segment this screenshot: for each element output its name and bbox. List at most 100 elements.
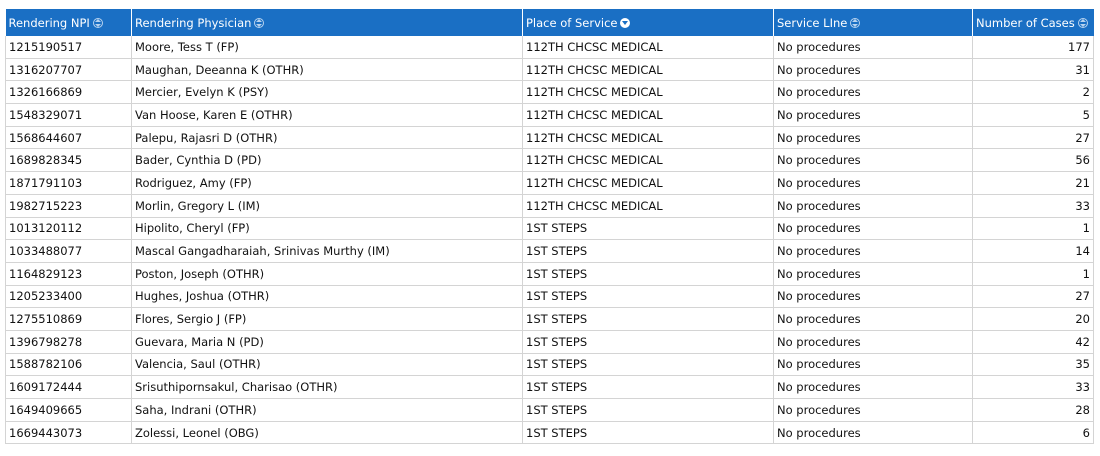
table-row[interactable]: 1326166869 Mercier, Evelyn K (PSY) 112TH C… <box>5 80 1094 105</box>
cell-number-of-cases: 2 <box>972 80 1094 105</box>
column-header-rendering-physician[interactable]: Rendering Physician <box>131 9 523 36</box>
cell-rendering-physician: Valencia, Saul (OTHR) <box>131 353 523 377</box>
cell-service-line: No procedures <box>773 353 973 377</box>
cell-place-of-service: 1ST STEPS <box>522 307 774 331</box>
sort-both-icon[interactable] <box>254 17 265 28</box>
cell-number-of-cases: 21 <box>972 171 1094 195</box>
cell-number-of-cases: 27 <box>972 126 1094 150</box>
cell-number-of-cases: 1 <box>972 217 1094 241</box>
cell-place-of-service: 1ST STEPS <box>522 262 774 286</box>
table-row[interactable]: 1568644607 Palepu, Rajasri D (OTHR) 112TH … <box>5 126 1094 150</box>
cell-rendering-npi: 1982715223 <box>5 194 132 218</box>
column-header-rendering-npi[interactable]: Rendering NPI <box>5 9 132 36</box>
cell-rendering-npi: 1689828345 <box>5 148 132 173</box>
cell-service-line: No procedures <box>773 262 973 286</box>
cell-rendering-physician: Flores, Sergio J (FP) <box>131 307 523 331</box>
cell-number-of-cases: 5 <box>972 103 1094 127</box>
cell-rendering-npi: 1396798278 <box>5 330 132 354</box>
cell-place-of-service: 1ST STEPS <box>522 330 774 354</box>
table-row[interactable]: 1649409665 Saha, Indrani (OTHR) 1ST STEPS N… <box>5 398 1094 422</box>
cell-service-line: No procedures <box>773 194 973 218</box>
column-header-label: Place of Service <box>526 15 618 30</box>
cell-rendering-npi: 1316207707 <box>5 58 132 82</box>
cell-rendering-npi: 1649409665 <box>5 398 132 422</box>
cell-service-line: No procedures <box>773 217 973 241</box>
table-row[interactable]: 1548329071 Van Hoose, Karen E (OTHR) 112TH… <box>5 103 1094 127</box>
cell-rendering-physician: Hughes, Joshua (OTHR) <box>131 285 523 309</box>
cell-rendering-physician: Saha, Indrani (OTHR) <box>131 398 523 422</box>
header-row: Rendering NPI Rendering Physician Place … <box>5 9 1094 36</box>
table-row[interactable]: 1013120112 Hipolito, Cheryl (FP) 1ST STEPS… <box>5 217 1094 241</box>
table-header: Rendering NPI Rendering Physician Place … <box>5 9 1094 36</box>
cell-service-line: No procedures <box>773 80 973 105</box>
cell-service-line: No procedures <box>773 58 973 82</box>
cell-service-line: No procedures <box>773 375 973 399</box>
table-row[interactable]: 1215190517 Moore, Tess T (FP) 112TH CHCSC … <box>5 36 1094 59</box>
table-row[interactable]: 1164829123 Poston, Joseph (OTHR) 1ST STEPS… <box>5 262 1094 286</box>
cell-place-of-service: 1ST STEPS <box>522 421 774 445</box>
cell-place-of-service: 112TH CHCSC MEDICAL <box>522 80 774 105</box>
cell-service-line: No procedures <box>773 398 973 422</box>
cell-number-of-cases: 56 <box>972 148 1094 173</box>
sort-both-icon[interactable] <box>92 17 103 28</box>
cell-rendering-physician: Morlin, Gregory L (IM) <box>131 194 523 218</box>
cell-place-of-service: 112TH CHCSC MEDICAL <box>522 148 774 173</box>
cell-number-of-cases: 42 <box>972 330 1094 354</box>
table-row[interactable]: 1609172444 Srisuthipornsakul, Charisao (O… <box>5 375 1094 399</box>
sort-both-icon[interactable] <box>1077 17 1088 28</box>
cell-rendering-physician: Moore, Tess T (FP) <box>131 36 523 59</box>
cell-service-line: No procedures <box>773 239 973 263</box>
cell-rendering-npi: 1215190517 <box>5 36 132 59</box>
cell-number-of-cases: 14 <box>972 239 1094 263</box>
cell-rendering-npi: 1013120112 <box>5 217 132 241</box>
cell-rendering-npi: 1669443073 <box>5 421 132 445</box>
cell-rendering-npi: 1871791103 <box>5 171 132 195</box>
cell-rendering-npi: 1275510869 <box>5 307 132 331</box>
cell-number-of-cases: 35 <box>972 353 1094 377</box>
table-row[interactable]: 1396798278 Guevara, Maria N (PD) 1ST STEPS… <box>5 330 1094 354</box>
cell-place-of-service: 1ST STEPS <box>522 398 774 422</box>
cases-table: Rendering NPI Rendering Physician Place … <box>5 9 1094 445</box>
column-header-place-of-service[interactable]: Place of Service <box>522 9 774 36</box>
cell-rendering-npi: 1588782106 <box>5 353 132 377</box>
cell-service-line: No procedures <box>773 421 973 445</box>
cell-rendering-physician: Bader, Cynthia D (PD) <box>131 148 523 173</box>
cell-place-of-service: 1ST STEPS <box>522 353 774 377</box>
table-row[interactable]: 1871791103 Rodriguez, Amy (FP) 112TH CHCSC… <box>5 171 1094 195</box>
cell-rendering-physician: Maughan, Deeanna K (OTHR) <box>131 58 523 82</box>
column-header-label: Service LIne <box>777 15 848 30</box>
cell-number-of-cases: 177 <box>972 36 1094 59</box>
cell-number-of-cases: 33 <box>972 194 1094 218</box>
cell-service-line: No procedures <box>773 171 973 195</box>
sort-descending-icon[interactable] <box>620 17 631 28</box>
cases-table-container: Rendering NPI Rendering Physician Place … <box>5 9 1094 445</box>
cell-place-of-service: 112TH CHCSC MEDICAL <box>522 103 774 127</box>
cell-rendering-physician: Poston, Joseph (OTHR) <box>131 262 523 286</box>
table-row[interactable]: 1275510869 Flores, Sergio J (FP) 1ST STEPS… <box>5 307 1094 331</box>
table-row[interactable]: 1033488077 Mascal Gangadharaiah, Srinivas… <box>5 239 1094 263</box>
cell-place-of-service: 112TH CHCSC MEDICAL <box>522 58 774 82</box>
column-header-label: Rendering Physician <box>135 15 252 30</box>
cell-number-of-cases: 27 <box>972 285 1094 309</box>
table-row[interactable]: 1588782106 Valencia, Saul (OTHR) 1ST STEPS… <box>5 353 1094 377</box>
table-row[interactable]: 1982715223 Morlin, Gregory L (IM) 112TH CH… <box>5 194 1094 218</box>
cell-place-of-service: 1ST STEPS <box>522 239 774 263</box>
cell-rendering-physician: Srisuthipornsakul, Charisao (OTHR) <box>131 375 523 399</box>
sort-both-icon[interactable] <box>850 17 861 28</box>
column-header-service-line[interactable]: Service LIne <box>773 9 973 36</box>
cell-place-of-service: 112TH CHCSC MEDICAL <box>522 171 774 195</box>
table-row[interactable]: 1669443073 Zolessi, Leonel (OBG) 1ST STEPS… <box>5 421 1094 445</box>
cell-service-line: No procedures <box>773 103 973 127</box>
table-row[interactable]: 1316207707 Maughan, Deeanna K (OTHR) 112TH… <box>5 58 1094 82</box>
cell-place-of-service: 1ST STEPS <box>522 285 774 309</box>
table-row[interactable]: 1689828345 Bader, Cynthia D (PD) 112TH CHC… <box>5 148 1094 173</box>
cell-service-line: No procedures <box>773 148 973 173</box>
cell-service-line: No procedures <box>773 36 973 59</box>
column-header-number-of-cases[interactable]: Number of Cases <box>972 9 1094 36</box>
table-row[interactable]: 1205233400 Hughes, Joshua (OTHR) 1ST STEPS… <box>5 285 1094 309</box>
cell-rendering-physician: Guevara, Maria N (PD) <box>131 330 523 354</box>
cell-number-of-cases: 1 <box>972 262 1094 286</box>
cell-rendering-physician: Palepu, Rajasri D (OTHR) <box>131 126 523 150</box>
cell-rendering-physician: Hipolito, Cheryl (FP) <box>131 217 523 241</box>
cell-service-line: No procedures <box>773 330 973 354</box>
